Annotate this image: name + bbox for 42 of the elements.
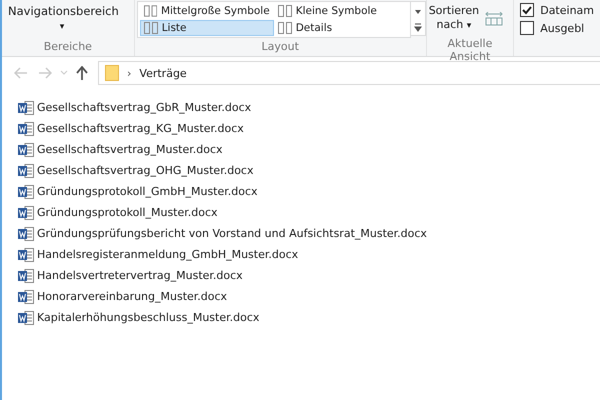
layout-option[interactable]: Kleine Symbole	[274, 3, 408, 19]
file-name[interactable]: Honorarvereinbarung_Muster.docx	[37, 290, 228, 303]
group-label: Layout	[260, 40, 300, 55]
word-document-icon	[18, 206, 34, 220]
file-name[interactable]: Gründungsprotokoll_GmbH_Muster.docx	[37, 185, 258, 198]
file-name[interactable]: Gesellschaftsvertrag_Muster.docx	[37, 143, 223, 156]
checkbox[interactable]	[520, 21, 534, 35]
checkbox-label: Dateinam	[540, 4, 594, 16]
file-name[interactable]: Gründungsprüfungsbericht von Vorstand und Aufsichtsrat_Muster.docx	[37, 227, 427, 240]
file-name[interactable]: Kapitalerhöhungsbeschluss_Muster.docx	[37, 311, 260, 324]
layout-option[interactable]: Details	[274, 20, 408, 36]
word-document-icon	[18, 100, 34, 114]
word-document-icon	[18, 184, 34, 198]
view-icon	[144, 5, 157, 17]
word-document-icon	[18, 142, 34, 156]
file-name[interactable]: Gesellschaftsvertrag_KG_Muster.docx	[37, 122, 244, 135]
file-name[interactable]: Gesellschaftsvertrag_GbR_Muster.docx	[37, 101, 252, 114]
file-name[interactable]: Handelsregisteranmeldung_GmbH_Muster.docx	[37, 248, 298, 261]
group-label: Bereiche	[42, 40, 93, 55]
file-name[interactable]: Handelsvertretervertrag_Muster.docx	[37, 269, 243, 282]
view-icon	[278, 5, 292, 17]
folder-icon	[105, 65, 119, 81]
file-name[interactable]: Gründungsprotokoll_Muster.docx	[37, 206, 218, 219]
word-document-icon	[18, 226, 34, 240]
word-document-icon	[18, 290, 34, 304]
view-icon	[144, 22, 158, 34]
checkbox-label: Ausgebl	[540, 22, 584, 34]
layout-option[interactable]: Mittelgroße Symbole	[140, 3, 274, 19]
word-document-icon	[18, 310, 34, 324]
address-bar[interactable]: › Verträge	[98, 61, 600, 85]
up-arrow-icon[interactable]	[76, 66, 88, 80]
word-document-icon	[18, 164, 34, 178]
checkbox[interactable]	[520, 3, 534, 17]
word-document-icon	[18, 268, 34, 282]
file-name[interactable]: Gesellschaftsvertrag_OHG_Muster.docx	[37, 164, 254, 177]
layout-option[interactable]: Liste	[140, 20, 274, 36]
view-icon	[278, 22, 292, 34]
navigation-pane-button[interactable]: Navigationsbereich ▾	[2, 0, 122, 38]
word-document-icon	[18, 248, 34, 262]
gallery-scroll-buttons[interactable]	[410, 1, 426, 36]
sort-button[interactable]: Sortieren nach ▾	[426, 0, 482, 37]
word-document-icon	[18, 122, 34, 136]
